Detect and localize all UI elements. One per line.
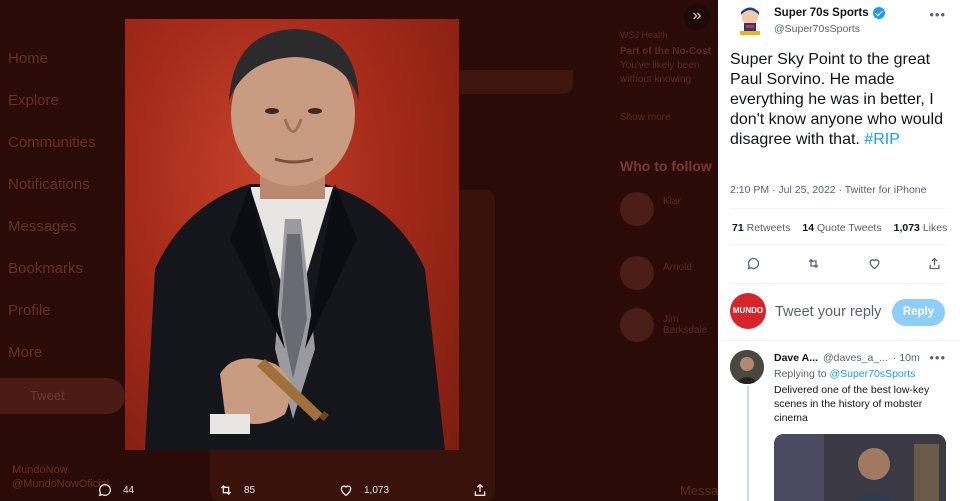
expand-panel-button[interactable]: » [684, 4, 710, 30]
author-name[interactable]: Super 70s Sports [774, 7, 869, 19]
nav-profile[interactable]: Profile [8, 302, 51, 319]
divider [730, 208, 948, 209]
author-name-row[interactable]: Super 70s Sports [774, 7, 885, 19]
suggestion-name[interactable]: Klar [663, 196, 681, 207]
replying-to: Replying to @Super70sSports [774, 368, 915, 380]
trend-line-2: You've likely been [620, 60, 700, 71]
share-icon[interactable] [927, 256, 942, 271]
trend-source: WSJ Health [620, 30, 668, 40]
account-name[interactable]: MundoNow [12, 464, 68, 476]
heart-icon [340, 485, 352, 497]
mascot-avatar-icon [740, 7, 760, 35]
media-like-count: 1,073 [364, 484, 390, 496]
messages-drawer[interactable]: Messages [680, 483, 718, 498]
comment-header: Dave A... @daves_a_... · 10m [774, 352, 954, 364]
hashtag-link[interactable]: #RIP [864, 131, 900, 148]
quotes-stat[interactable]: 14 Quote Tweets [802, 222, 881, 234]
nav-bookmarks[interactable]: Bookmarks [8, 260, 83, 277]
nav-communities[interactable]: Communities [8, 134, 96, 151]
media-retweet-button[interactable]: 85 [218, 482, 255, 498]
nav-messages[interactable]: Messages [8, 218, 76, 235]
share-icon [474, 483, 486, 496]
heart-icon[interactable] [867, 256, 882, 271]
suggestion-name[interactable]: Jim Barksdale [663, 314, 718, 336]
comment-media-image [774, 434, 946, 501]
tweet-body: Super Sky Point to the great Paul Sorvin… [730, 51, 943, 148]
media-like-button[interactable]: 1,073 [338, 482, 389, 498]
who-to-follow-heading: Who to follow [620, 158, 712, 174]
comment-time[interactable]: · 10m [893, 352, 920, 364]
retweets-count: 71 [732, 222, 744, 234]
media-reply-count: 44 [123, 484, 135, 496]
show-more-link[interactable]: Show more [620, 112, 671, 123]
quotes-label: Quote Tweets [817, 222, 882, 234]
commenter-photo [730, 350, 764, 384]
likes-label: Likes [922, 222, 948, 234]
background-chip [458, 70, 573, 94]
comment-text: Delivered one of the best low-key scenes… [774, 384, 930, 424]
tweet-timestamp[interactable]: 2:10 PM · Jul 25, 2022 · Twitter for iPh… [730, 184, 927, 196]
author-avatar[interactable] [732, 3, 768, 39]
tweet-photo [125, 19, 459, 450]
portrait-illustration [145, 29, 445, 450]
reply-button[interactable]: Reply [892, 299, 945, 326]
nav-explore[interactable]: Explore [8, 92, 59, 109]
verified-badge-icon [872, 7, 885, 19]
more-options-icon[interactable]: ••• [929, 7, 946, 22]
divider [730, 283, 948, 284]
media-share-button[interactable] [472, 482, 488, 498]
replying-prefix: Replying to [774, 368, 830, 380]
reply-icon[interactable] [746, 256, 761, 271]
comment-more-icon[interactable]: ••• [929, 350, 946, 365]
nav-home[interactable]: Home [8, 50, 48, 67]
reply-icon [98, 484, 111, 497]
likes-count: 1,073 [893, 222, 920, 234]
retweet-icon[interactable] [806, 256, 821, 271]
suggestion-name[interactable]: Arnold [663, 262, 692, 273]
tweet-actions [746, 256, 942, 271]
tweet-text: Super Sky Point to the great Paul Sorvin… [730, 50, 956, 150]
commenter-handle[interactable]: @daves_a_... [823, 352, 888, 364]
author-handle[interactable]: @Super70sSports [774, 23, 860, 35]
suggestion-avatar[interactable] [620, 308, 654, 342]
media-retweet-count: 85 [244, 484, 256, 496]
comment-media[interactable] [774, 434, 946, 501]
nav-notifications[interactable]: Notifications [8, 176, 90, 193]
suggestion-avatar[interactable] [620, 192, 654, 226]
media-reply-button[interactable]: 44 [97, 482, 134, 498]
retweets-label: Retweets [746, 222, 791, 234]
replying-to-link[interactable]: @Super70sSports [829, 368, 915, 380]
reply-input[interactable]: Tweet your reply [775, 304, 881, 320]
divider [718, 340, 960, 341]
likes-stat[interactable]: 1,073 Likes [894, 222, 948, 234]
retweet-icon [220, 485, 232, 495]
tweet-detail-panel: Super 70s Sports @Super70sSports ••• Sup… [718, 0, 960, 501]
divider [730, 244, 948, 245]
commenter-avatar[interactable] [730, 350, 764, 384]
nav-more[interactable]: More [8, 344, 42, 361]
current-user-avatar[interactable]: MUNDO [730, 293, 766, 329]
compose-tweet-button[interactable]: Tweet [0, 378, 125, 414]
trend-line-1[interactable]: Part of the No-Cost [620, 46, 711, 57]
retweets-stat[interactable]: 71 Retweets [732, 222, 790, 234]
account-handle: @MundoNowOficial [12, 478, 110, 490]
double-chevron-right-icon: » [692, 7, 702, 24]
trend-line-3: without knowing [620, 74, 692, 85]
quotes-count: 14 [802, 222, 815, 234]
commenter-name[interactable]: Dave A... [774, 352, 818, 364]
thread-line [747, 386, 749, 501]
tweet-stats: 71 Retweets 14 Quote Tweets 1,073 Likes [732, 222, 947, 234]
suggestion-avatar[interactable] [620, 256, 654, 290]
